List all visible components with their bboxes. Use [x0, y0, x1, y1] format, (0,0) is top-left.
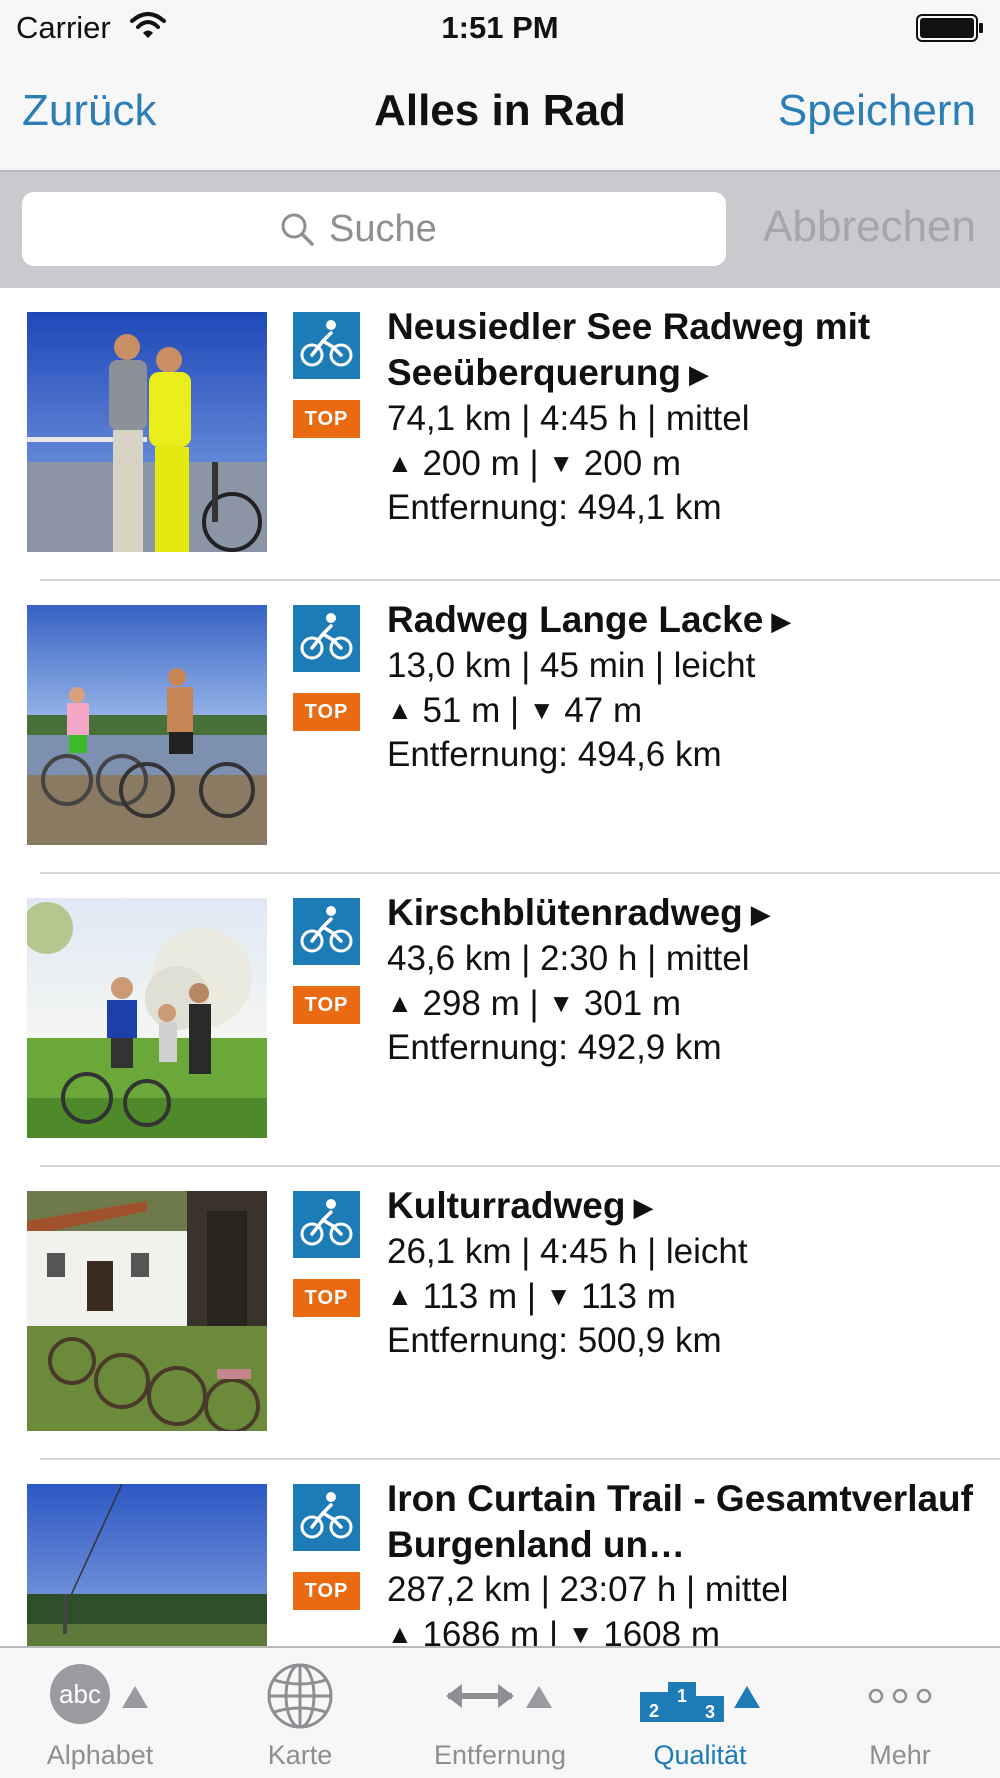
disclosure-arrow-icon: ▶	[633, 1192, 654, 1222]
route-stats: 74,1 km | 4:45 h | mittel	[387, 399, 750, 438]
more-dots-icon	[868, 1688, 932, 1704]
route-distance: Entfernung: 494,1 km	[387, 488, 722, 527]
route-photo	[27, 312, 267, 552]
top-badge: TOP	[293, 1279, 360, 1317]
route-details: Radweg Lange Lacke ▶ 13,0 km | 45 min | l…	[387, 597, 987, 777]
route-row-neusiedler-see[interactable]: TOP Neusiedler See Radweg mit Seeüberque…	[0, 288, 1000, 581]
route-distance: Entfernung: 492,9 km	[387, 1028, 722, 1067]
route-title: Kirschblütenradweg ▶	[387, 892, 771, 933]
bike-route-icon	[293, 898, 360, 965]
descent-icon: ▼	[567, 1619, 594, 1646]
back-button[interactable]: Zurück	[22, 86, 156, 136]
route-list[interactable]: TOP Neusiedler See Radweg mit Seeüberque…	[0, 288, 1000, 1646]
descent-icon: ▼	[545, 1281, 572, 1311]
cancel-button[interactable]: Abbrechen	[763, 202, 976, 252]
ascent-icon: ▲	[387, 695, 413, 725]
tab-label: Alphabet	[46, 1740, 154, 1770]
route-row-kulturradweg[interactable]: TOP Kulturradweg ▶ 26,1 km | 4:45 h | lei…	[0, 1167, 1000, 1460]
route-row-kirschbluetenradweg[interactable]: TOP Kirschblütenradweg ▶ 43,6 km | 2:30 h…	[0, 874, 1000, 1167]
top-badge: TOP	[293, 986, 360, 1024]
route-stats: 43,6 km | 2:30 h | mittel	[387, 939, 750, 978]
search-field[interactable]	[22, 192, 726, 266]
bike-route-icon	[293, 1484, 360, 1551]
podium-third-text: 3	[705, 1702, 715, 1722]
route-details: Iron Curtain Trail - Gesamtverlauf Burge…	[387, 1476, 987, 1646]
route-stats: 287,2 km | 23:07 h | mittel	[387, 1570, 789, 1609]
search-icon	[281, 213, 314, 246]
route-elevation: ▲ 51 m | ▼ 47 m	[387, 691, 643, 730]
route-elevation: ▲ 200 m | ▼ 200 m	[387, 444, 682, 483]
route-details: Kirschblütenradweg ▶ 43,6 km | 2:30 h | m…	[387, 890, 987, 1070]
tab-label: Karte	[267, 1740, 333, 1770]
route-stats: 26,1 km | 4:45 h | leicht	[387, 1232, 748, 1271]
tab-label: Qualität	[653, 1740, 747, 1770]
route-row-iron-curtain-trail[interactable]: TOP Iron Curtain Trail - Gesamtverlauf B…	[0, 1460, 1000, 1646]
disclosure-arrow-icon: ▶	[750, 899, 771, 929]
top-badge: TOP	[293, 693, 360, 731]
route-title: Radweg Lange Lacke ▶	[387, 599, 792, 640]
route-title: Iron Curtain Trail - Gesamtverlauf Burge…	[387, 1478, 973, 1565]
tab-karte[interactable]: Karte	[200, 1648, 400, 1778]
search-input[interactable]	[329, 207, 469, 251]
route-details: Kulturradweg ▶ 26,1 km | 4:45 h | leicht …	[387, 1183, 987, 1363]
top-badge: TOP	[293, 1572, 360, 1610]
bike-route-icon	[293, 312, 360, 379]
podium-second-text: 2	[649, 1701, 659, 1721]
bike-route-icon	[293, 1191, 360, 1258]
tab-label: Entfernung	[433, 1740, 567, 1770]
double-arrow-icon	[446, 1684, 552, 1708]
route-distance: Entfernung: 500,9 km	[387, 1321, 722, 1360]
tab-mehr[interactable]: Mehr	[800, 1648, 1000, 1778]
ascent-icon: ▲	[387, 1281, 413, 1311]
route-photo	[27, 1191, 267, 1431]
route-details: Neusiedler See Radweg mit Seeüberquerung…	[387, 304, 987, 530]
route-distance: Entfernung: 494,6 km	[387, 735, 722, 774]
route-stats: 13,0 km | 45 min | leicht	[387, 646, 756, 685]
battery-icon	[916, 14, 983, 42]
route-photo	[27, 1484, 267, 1646]
route-row-lange-lacke[interactable]: TOP Radweg Lange Lacke ▶ 13,0 km | 45 min…	[0, 581, 1000, 874]
top-badge: TOP	[293, 400, 360, 438]
podium-first-text: 1	[677, 1686, 687, 1706]
podium-icon: 2 1 3	[640, 1682, 760, 1722]
abc-icon-text: abc	[59, 1679, 101, 1709]
descent-icon: ▼	[548, 988, 575, 1018]
descent-icon: ▼	[548, 448, 575, 478]
route-title: Kulturradweg ▶	[387, 1185, 654, 1226]
ascent-icon: ▲	[387, 1619, 413, 1646]
disclosure-arrow-icon: ▶	[689, 359, 709, 389]
globe-icon	[267, 1663, 333, 1729]
disclosure-arrow-icon: ▶	[771, 606, 792, 636]
route-photo	[27, 605, 267, 845]
abc-circle-icon: abc	[50, 1664, 148, 1724]
tab-label: Mehr	[869, 1740, 931, 1770]
tab-alphabet[interactable]: abc Alphabet	[0, 1648, 200, 1778]
descent-icon: ▼	[528, 695, 555, 725]
tab-bar: abc Alphabet Karte Entfernung 2 1 3 Qual…	[0, 1646, 1000, 1778]
ascent-icon: ▲	[387, 988, 413, 1018]
tab-qualitaet[interactable]: 2 1 3 Qualität	[600, 1648, 800, 1778]
save-button[interactable]: Speichern	[778, 86, 976, 136]
route-elevation: ▲ 298 m | ▼ 301 m	[387, 984, 682, 1023]
tab-entfernung[interactable]: Entfernung	[400, 1648, 600, 1778]
status-bar: Carrier 1:51 PM	[0, 0, 1000, 56]
route-elevation: ▲ 113 m | ▼ 113 m	[387, 1277, 676, 1316]
status-time: 1:51 PM	[441, 10, 559, 45]
navigation-bar: Zurück Alles in Rad Speichern	[0, 56, 1000, 172]
search-bar: Abbrechen	[0, 172, 1000, 288]
route-elevation: ▲ 1686 m | ▼ 1608 m	[387, 1612, 987, 1646]
bike-route-icon	[293, 605, 360, 672]
ascent-icon: ▲	[387, 448, 413, 478]
route-title: Neusiedler See Radweg mit Seeüberquerung…	[387, 306, 871, 393]
route-photo	[27, 898, 267, 1138]
